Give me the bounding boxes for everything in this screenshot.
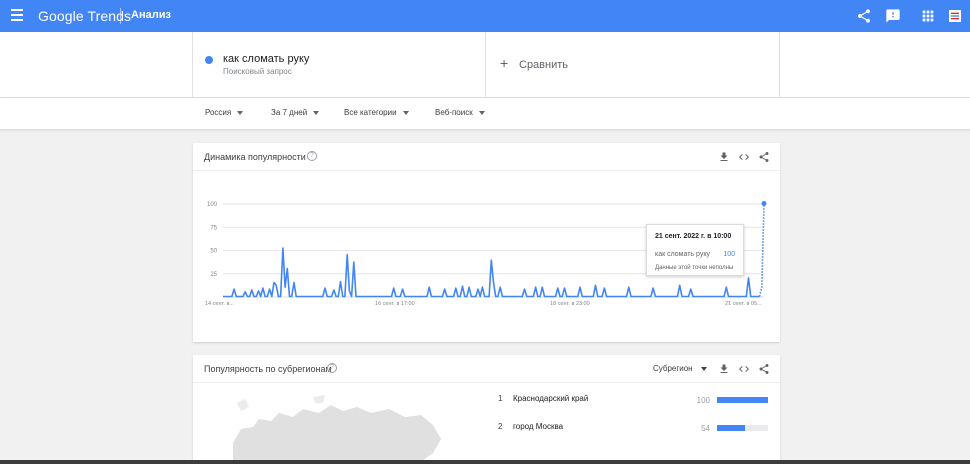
filters-bar: Россия За 7 дней Все категории Веб-поиск (0, 98, 970, 130)
download-icon[interactable] (718, 363, 730, 375)
chart-tooltip: 21 сент. 2022 г. в 10:00 как сломать рук… (646, 224, 744, 276)
share-icon[interactable] (856, 8, 872, 24)
region-row[interactable]: 2 город Москва 54 (498, 422, 770, 450)
filter-time-label: За 7 дней (271, 108, 308, 117)
search-term-card[interactable]: как сломать руку Поисковый запрос (192, 32, 486, 98)
tooltip-date: 21 сент. 2022 г. в 10:00 (655, 233, 732, 240)
x-tick-label: 18 сент. в 23:00 (550, 301, 590, 307)
tooltip-term: как сломать руку (655, 251, 710, 258)
x-tick-label: 21 сент. в 05... (725, 301, 762, 307)
region-value: 54 (701, 424, 710, 433)
y-tick-label: 100 (207, 202, 218, 208)
region-rank: 2 (498, 422, 503, 431)
menu-icon[interactable] (11, 9, 23, 23)
region-bar-track (717, 425, 768, 431)
chevron-down-icon (700, 366, 707, 371)
card-header: Популярность по субрегионам ? Субрегион (193, 355, 780, 383)
filter-category[interactable]: Все категории (344, 108, 409, 117)
tooltip-note: Данные этой точки неполны (655, 265, 734, 271)
share-icon[interactable] (758, 363, 770, 375)
term-color-dot (205, 56, 213, 64)
region-name: Краснодарский край (513, 394, 589, 403)
term-name[interactable]: как сломать руку (223, 53, 309, 65)
tooltip-value: 100 (723, 251, 735, 258)
x-tick-label: 14 сент. в... (205, 301, 234, 307)
card-title: Популярность по субрегионам (204, 364, 332, 374)
feedback-icon[interactable] (885, 8, 901, 24)
compare-label: Сравнить (519, 59, 569, 71)
apps-icon[interactable] (920, 8, 936, 24)
y-tick-label: 75 (210, 225, 217, 231)
help-icon[interactable]: ? (307, 151, 317, 161)
region-bar (717, 397, 768, 403)
filter-search-type[interactable]: Веб-поиск (435, 108, 485, 117)
card-title: Динамика популярности (204, 152, 306, 162)
resolution-select[interactable]: Субрегион (653, 364, 707, 373)
bottom-strip (0, 460, 970, 464)
share-icon[interactable] (758, 151, 770, 163)
region-bar-track (717, 397, 768, 403)
region-map[interactable] (193, 383, 487, 463)
account-icon[interactable] (947, 8, 963, 24)
download-icon[interactable] (718, 151, 730, 163)
chevron-down-icon (478, 110, 485, 115)
region-rank: 1 (498, 394, 503, 403)
y-tick-label: 25 (210, 272, 217, 278)
embed-icon[interactable] (738, 363, 750, 375)
chevron-down-icon (402, 110, 409, 115)
embed-icon[interactable] (738, 151, 750, 163)
filter-region-label: Россия (205, 108, 232, 117)
filter-region[interactable]: Россия (205, 108, 244, 117)
app-logo[interactable]: Google Trends (38, 8, 131, 24)
region-bar (717, 425, 745, 431)
y-tick-label: 50 (210, 249, 217, 255)
subregion-card: Популярность по субрегионам ? Субрегион … (193, 355, 780, 464)
help-icon[interactable]: ? (327, 363, 337, 373)
filter-search-type-label: Веб-поиск (435, 108, 473, 117)
x-tick-label: 16 сент. в 17:00 (375, 301, 415, 307)
region-row[interactable]: 1 Краснодарский край 100 (498, 394, 770, 422)
filter-time[interactable]: За 7 дней (271, 108, 320, 117)
chevron-down-icon (237, 110, 244, 115)
region-name: город Москва (513, 422, 564, 431)
page-title: Анализ (131, 9, 171, 21)
filter-category-label: Все категории (344, 108, 397, 117)
term-type: Поисковый запрос (223, 67, 292, 76)
data-point-highlight[interactable] (761, 201, 767, 206)
card-header: Динамика популярности ? (193, 143, 780, 171)
region-value: 100 (696, 396, 710, 405)
topbar-divider (120, 8, 121, 24)
resolution-select-label: Субрегион (653, 364, 693, 373)
top-app-bar: Google Trends Анализ (0, 0, 970, 32)
chevron-down-icon (313, 110, 320, 115)
search-term-row: как сломать руку Поисковый запрос + Срав… (0, 32, 970, 98)
plus-icon: + (500, 55, 509, 71)
compare-button[interactable]: + Сравнить (486, 32, 780, 98)
